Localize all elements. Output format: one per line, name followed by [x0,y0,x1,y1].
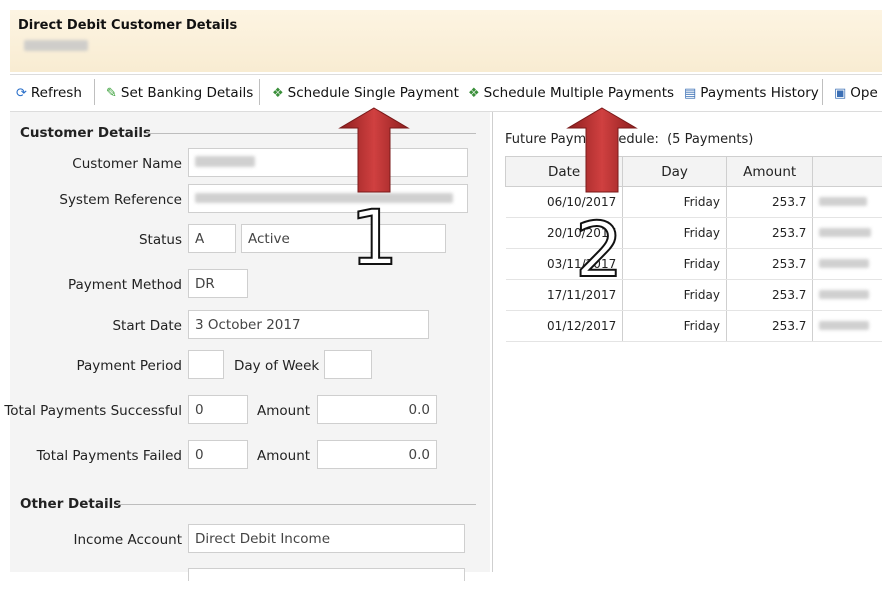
pencil-icon: ✎ [106,86,117,101]
schedule-multiple-payments-button[interactable]: ❖ Schedule Multiple Payments [468,85,674,101]
system-reference-field[interactable] [188,184,468,213]
open-button[interactable]: ▣ Ope [834,85,878,101]
start-date-field[interactable]: 3 October 2017 [188,310,429,339]
cell-day: Friday [622,310,727,342]
failed-amount-label: Amount [257,448,311,464]
toolbar: ⟳ Refresh ✎ Set Banking Details ❖ Schedule … [10,74,882,112]
payment-method-field[interactable]: DR [188,269,248,298]
column-header-extra[interactable] [812,156,882,187]
cell-amount: 253.7 [726,217,814,249]
cell-day: Friday [622,279,727,311]
payment-period-field[interactable] [188,350,224,379]
set-banking-details-button[interactable]: ✎ Set Banking Details [106,85,253,101]
cell-redacted [812,248,882,280]
total-payments-failed-label: Total Payments Failed [36,448,182,464]
next-field-partial[interactable] [188,568,465,581]
refresh-button[interactable]: ⟳ Refresh [16,85,82,101]
cell-day: Friday [622,217,727,249]
annotation-arrow-up-icon [338,107,410,193]
failed-amount-field[interactable]: 0.0 [317,440,437,469]
day-of-week-label: Day of Week [234,358,320,374]
other-details-heading: Other Details [20,496,122,512]
table-row[interactable]: 06/10/2017 Friday 253.7 [505,186,882,218]
successful-amount-label: Amount [257,403,311,419]
cell-redacted [812,279,882,311]
cell-amount: 253.7 [726,310,814,342]
total-payments-successful-label: Total Payments Successful [4,403,182,419]
schedule-single-payment-button[interactable]: ❖ Schedule Single Payment [272,85,459,101]
customer-name-redacted [24,40,88,55]
cell-date: 01/12/2017 [505,310,624,342]
cell-day: Friday [622,248,727,280]
cell-redacted [812,186,882,218]
customer-details-heading: Customer Details [20,125,152,141]
annotation-arrow-up-icon [566,107,638,193]
total-payments-failed-field[interactable]: 0 [188,440,248,469]
annotation-number-1: 1 [349,193,399,282]
page-title: Direct Debit Customer Details [18,18,238,33]
toolbar-divider [94,79,95,105]
customer-details-panel: Customer Details Customer Name System Re… [4,112,490,581]
payment-count: (5 Payments) [667,132,754,147]
section-divider [118,504,476,505]
status-text-field[interactable]: Active [241,224,446,253]
status-label: Status [138,232,182,248]
section-divider [144,133,476,134]
column-header-amount[interactable]: Amount [725,156,814,187]
day-of-week-field[interactable] [324,350,372,379]
column-header-day[interactable]: Day [622,156,727,187]
cell-amount: 253.7 [726,248,814,280]
money-icon: ❖ [272,86,284,101]
table-row[interactable]: 20/10/2017 Friday 253.7 [505,217,882,249]
payments-history-button[interactable]: ▤ Payments History [684,85,819,101]
payments-schedule-table: Date Day Amount 06/10/2017 Friday 253.7 … [504,156,882,342]
table-row[interactable]: 01/12/2017 Friday 253.7 [505,310,882,342]
toolbar-divider [259,79,260,105]
toolbar-divider [822,79,823,105]
annotation-number-2: 2 [574,205,624,294]
cell-amount: 253.7 [726,279,814,311]
cell-redacted [812,310,882,342]
customer-name-field[interactable] [188,148,468,177]
cell-amount: 253.7 [726,186,814,218]
table-row[interactable]: 17/11/2017 Friday 253.7 [505,279,882,311]
system-reference-label: System Reference [59,192,182,208]
total-payments-successful-field[interactable]: 0 [188,395,248,424]
window-header: Direct Debit Customer Details [10,10,882,72]
future-payments-panel: Future Payme hedule: (5 Payments) Date Da… [492,112,882,572]
refresh-icon: ⟳ [16,86,27,101]
cell-redacted [812,217,882,249]
document-icon: ▤ [684,86,697,101]
income-account-label: Income Account [73,532,182,548]
start-date-label: Start Date [112,318,182,334]
successful-amount-field[interactable]: 0.0 [317,395,437,424]
window-icon: ▣ [834,86,847,101]
money-icon: ❖ [468,86,480,101]
cell-day: Friday [622,186,727,218]
payment-period-label: Payment Period [76,358,183,374]
customer-name-label: Customer Name [72,156,182,172]
payment-method-label: Payment Method [67,277,182,293]
income-account-field[interactable]: Direct Debit Income [188,524,465,553]
status-code-field[interactable]: A [188,224,236,253]
table-row[interactable]: 03/11/2017 Friday 253.7 [505,248,882,280]
